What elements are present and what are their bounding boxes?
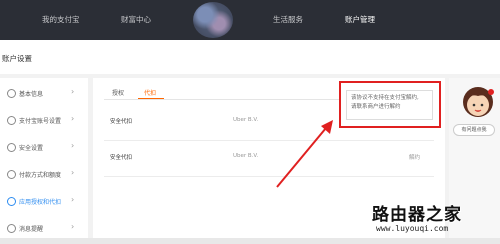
- horizontal-scrollbar[interactable]: [0, 238, 500, 244]
- tooltip-line-2: 请联系商户进行解约: [351, 104, 401, 110]
- row-divider: [104, 176, 434, 177]
- sidebar-item-basic-info[interactable]: 基本信息 ›: [0, 82, 88, 106]
- nav-wealth-center[interactable]: 财富中心: [121, 0, 151, 40]
- user-icon: [7, 89, 16, 98]
- chevron-right-icon: ›: [71, 114, 75, 123]
- row-divider: [104, 140, 434, 141]
- terminate-link[interactable]: 解约: [409, 153, 420, 161]
- sidebar-item-account-settings[interactable]: 支付宝账号设置 ›: [0, 109, 88, 133]
- chevron-right-icon: ›: [71, 222, 75, 231]
- chevron-right-icon: ›: [71, 168, 75, 177]
- sidebar-item-security[interactable]: 安全设置 ›: [0, 136, 88, 160]
- row-type: 安全代扣: [110, 155, 133, 161]
- sidebar-item-label: 消息提醒: [19, 226, 44, 233]
- help-button[interactable]: 有问题点我: [453, 124, 495, 136]
- tooltip-line-1: 该协议不支持在支付宝解约,: [351, 95, 419, 101]
- sidebar-item-label: 基本信息: [19, 91, 44, 98]
- row-merchant: Uber B.V.: [233, 117, 259, 123]
- row-merchant: Uber B.V.: [233, 153, 259, 159]
- assistant-avatar-icon[interactable]: [458, 84, 498, 120]
- shield-icon: [7, 143, 16, 152]
- chevron-right-icon: ›: [71, 195, 75, 204]
- account-icon: [7, 116, 16, 125]
- highlight-frame: 该协议不支持在支付宝解约, 请联系商户进行解约: [339, 81, 441, 128]
- watermark-title: 路由器之家: [372, 205, 462, 225]
- avatar[interactable]: [193, 2, 233, 38]
- chevron-right-icon: ›: [71, 87, 75, 96]
- tooltip: 该协议不支持在支付宝解约, 请联系商户进行解约: [346, 90, 433, 120]
- tab-auto-debit[interactable]: 代扣: [144, 88, 156, 97]
- watermark: 路由器之家 www.luyouqi.com: [372, 196, 500, 244]
- sidebar-item-label: 支付宝账号设置: [19, 118, 62, 125]
- sidebar-item-app-authorization[interactable]: 应用授权和代扣 ›: [0, 190, 88, 214]
- chevron-right-icon: ›: [71, 141, 75, 150]
- top-navigation: 我的支付宝 财富中心 生活服务 账户管理: [0, 0, 500, 40]
- nav-my-alipay[interactable]: 我的支付宝: [42, 0, 80, 40]
- sidebar-item-label: 应用授权和代扣: [19, 199, 62, 206]
- sidebar-item-payment-methods[interactable]: 付款方式和额度 ›: [0, 163, 88, 187]
- sidebar-item-label: 付款方式和额度: [19, 172, 62, 179]
- bell-icon: [7, 224, 16, 233]
- nav-account-management[interactable]: 账户管理: [345, 0, 375, 40]
- page-title: 账户设置: [0, 44, 500, 74]
- card-icon: [7, 170, 16, 179]
- sidebar-item-label: 安全设置: [19, 145, 44, 152]
- watermark-url: www.luyouqi.com: [376, 224, 449, 233]
- nav-life-services[interactable]: 生活服务: [273, 0, 303, 40]
- apps-icon: [7, 197, 16, 206]
- active-tab-indicator: [138, 98, 164, 99]
- sidebar: 基本信息 › 支付宝账号设置 › 安全设置 › 付款方式和额度 › 应用授权和代…: [0, 78, 88, 244]
- tab-authorization[interactable]: 授权: [112, 88, 124, 97]
- row-type: 安全代扣: [110, 119, 133, 125]
